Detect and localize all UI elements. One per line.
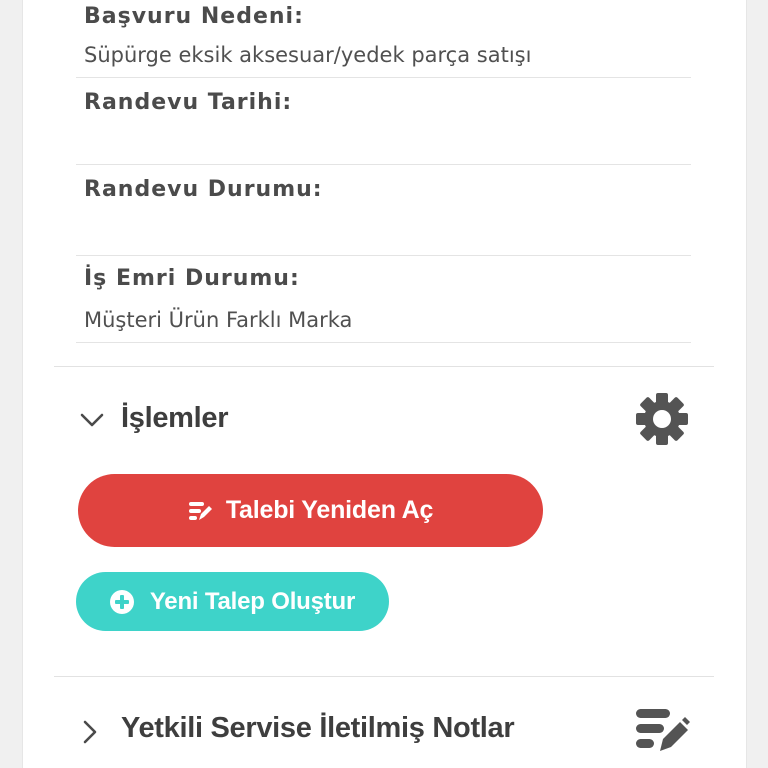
gear-icon[interactable] xyxy=(636,393,688,445)
section-divider xyxy=(54,366,714,367)
chevron-down-icon xyxy=(80,413,104,427)
reopen-request-button[interactable]: Talebi Yeniden Aç xyxy=(78,474,543,547)
notes-section-header[interactable]: Yetkili Servise İletilmiş Notlar xyxy=(76,700,636,760)
left-gutter xyxy=(0,0,22,768)
field-application-reason: Başvuru Nedeni: Süpürge eksik aksesuar/y… xyxy=(76,0,691,78)
field-appointment-status: Randevu Durumu: xyxy=(76,165,691,256)
section-title: İşlemler xyxy=(121,402,229,434)
section-title: Yetkili Servise İletilmiş Notlar xyxy=(121,712,515,744)
new-request-label: Yeni Talep Oluştur xyxy=(149,587,356,615)
field-label: İş Emri Durumu: xyxy=(84,266,300,291)
section-divider xyxy=(54,676,714,677)
field-label: Randevu Tarihi: xyxy=(84,90,293,115)
field-appointment-date: Randevu Tarihi: xyxy=(76,78,691,165)
reopen-request-label: Talebi Yeniden Aç xyxy=(225,496,434,524)
field-work-order-status: İş Emri Durumu: Müşteri Ürün Farklı Mark… xyxy=(76,256,691,343)
plus-circle-icon xyxy=(109,589,134,614)
right-gutter xyxy=(747,0,768,768)
edit-list-icon xyxy=(188,501,212,520)
actions-section-header[interactable]: İşlemler xyxy=(76,390,636,450)
field-label: Başvuru Nedeni: xyxy=(84,4,304,29)
new-request-button[interactable]: Yeni Talep Oluştur xyxy=(76,572,389,631)
chevron-right-icon xyxy=(83,720,97,744)
page: Başvuru Nedeni: Süpürge eksik aksesuar/y… xyxy=(0,0,768,768)
field-label: Randevu Durumu: xyxy=(84,177,323,202)
field-value: Müşteri Ürün Farklı Marka xyxy=(84,308,353,332)
edit-list-icon[interactable] xyxy=(634,705,690,755)
field-value: Süpürge eksik aksesuar/yedek parça satış… xyxy=(84,43,532,67)
